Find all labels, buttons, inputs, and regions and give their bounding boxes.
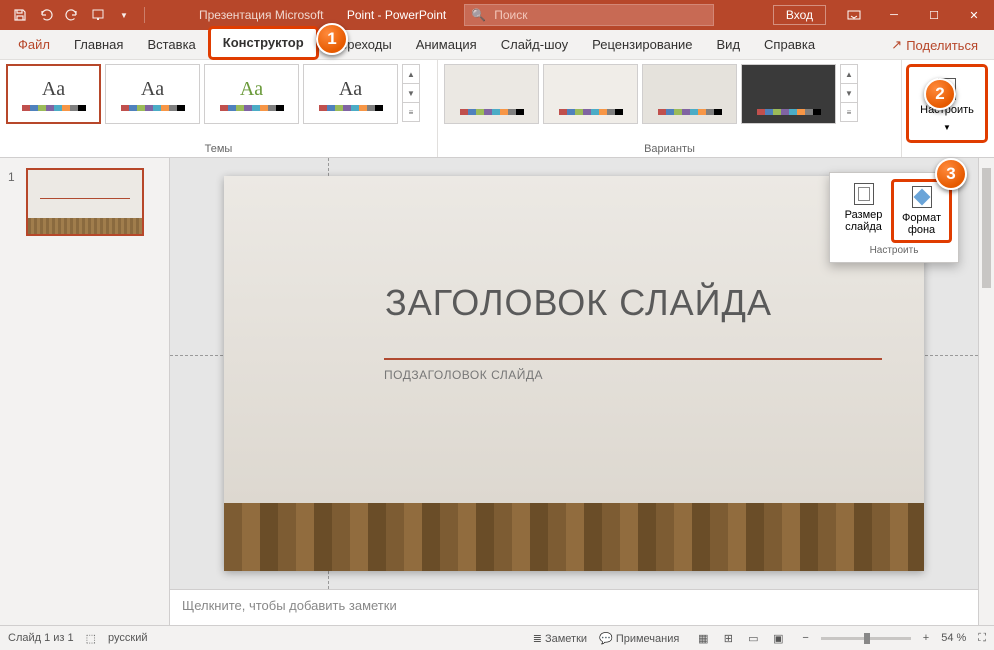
ribbon: AaAaAaAa ▲▼≡ Темы ▲▼≡ Варианты Настроить… xyxy=(0,60,994,158)
login-button[interactable]: Вход xyxy=(773,5,826,25)
tab-animations[interactable]: Анимация xyxy=(404,31,489,59)
zoom-level[interactable]: 54 % xyxy=(941,632,966,644)
thumbnail-pane[interactable]: 1 xyxy=(0,158,170,625)
callout-1: 1 xyxy=(316,23,348,55)
undo-icon[interactable] xyxy=(36,5,56,25)
slide-size-button[interactable]: Размер слайда xyxy=(836,179,891,243)
redo-icon[interactable] xyxy=(62,5,82,25)
fit-window-icon[interactable]: ⛶ xyxy=(978,632,986,645)
slide[interactable]: ЗАГОЛОВОК СЛАЙДА ПОДЗАГОЛОВОК СЛАЙДА xyxy=(224,176,924,571)
slide-thumbnail[interactable] xyxy=(26,168,144,236)
notes-input[interactable]: Щелкните, чтобы добавить заметки xyxy=(170,589,978,625)
share-icon: ↗ xyxy=(891,37,902,53)
format-background-icon xyxy=(912,186,932,208)
variant-card[interactable] xyxy=(444,64,539,124)
zoom-out-icon[interactable]: − xyxy=(802,632,808,644)
slideshow-view-icon[interactable]: ▣ xyxy=(766,629,790,647)
sorter-view-icon[interactable]: ⊞ xyxy=(716,629,740,647)
subtitle-placeholder[interactable]: ПОДЗАГОЛОВОК СЛАЙДА xyxy=(374,348,892,390)
search-icon: 🔍 xyxy=(471,8,486,22)
search-placeholder: Поиск xyxy=(494,8,527,22)
slide-size-icon xyxy=(854,183,874,205)
chevron-down-icon: ▼ xyxy=(943,121,951,134)
slide-counter: Слайд 1 из 1 xyxy=(8,632,74,644)
start-icon[interactable] xyxy=(88,5,108,25)
zoom-in-icon[interactable]: + xyxy=(923,632,929,644)
theme-card[interactable]: Aa xyxy=(204,64,299,124)
zoom-slider[interactable] xyxy=(821,637,911,640)
variant-card[interactable] xyxy=(741,64,836,124)
comments-toggle[interactable]: 💬 Примечания xyxy=(599,632,679,645)
theme-card[interactable]: Aa xyxy=(105,64,200,124)
normal-view-icon[interactable]: ▦ xyxy=(691,629,715,647)
customize-group-label: Настроить xyxy=(836,245,952,256)
format-background-button[interactable]: Формат фона xyxy=(891,179,952,243)
share-button[interactable]: ↗ Поделиться xyxy=(881,31,988,59)
tab-review[interactable]: Рецензирование xyxy=(580,31,704,59)
tab-home[interactable]: Главная xyxy=(62,31,135,59)
slide-title: ЗАГОЛОВОК СЛАЙДА xyxy=(385,282,881,324)
callout-2: 2 xyxy=(924,78,956,110)
theme-card[interactable]: Aa xyxy=(6,64,101,124)
save-icon[interactable] xyxy=(10,5,30,25)
tab-insert[interactable]: Вставка xyxy=(135,31,207,59)
reading-view-icon[interactable]: ▭ xyxy=(741,629,765,647)
notes-toggle[interactable]: ≣ Заметки xyxy=(533,632,587,645)
theme-card[interactable]: Aa xyxy=(303,64,398,124)
tab-view[interactable]: Вид xyxy=(705,31,753,59)
close-icon[interactable]: ✕ xyxy=(954,0,994,30)
doc-title: Презентация Microsoft Point - PowerPoint xyxy=(199,8,446,22)
menubar: Файл Главная Вставка Конструктор Переход… xyxy=(0,30,994,60)
variants-label: Варианты xyxy=(444,141,895,155)
ribbon-options-icon[interactable] xyxy=(834,0,874,30)
search-input[interactable]: 🔍 Поиск xyxy=(464,4,714,26)
titlebar: ▼ Презентация Microsoft Point - PowerPoi… xyxy=(0,0,994,30)
thumb-number: 1 xyxy=(8,170,15,184)
themes-scroll[interactable]: ▲▼≡ xyxy=(402,64,420,121)
variant-card[interactable] xyxy=(543,64,638,124)
vertical-scrollbar[interactable] xyxy=(978,158,994,625)
variant-card[interactable] xyxy=(642,64,737,124)
accessibility-icon[interactable]: ⬚ xyxy=(86,632,96,645)
maximize-icon[interactable]: ☐ xyxy=(914,0,954,30)
qat-more-icon[interactable]: ▼ xyxy=(114,5,134,25)
themes-label: Темы xyxy=(6,141,431,155)
tab-file[interactable]: Файл xyxy=(6,31,62,59)
statusbar: Слайд 1 из 1 ⬚ русский ≣ Заметки 💬 Приме… xyxy=(0,625,994,650)
tab-design[interactable]: Конструктор xyxy=(208,26,319,60)
callout-3: 3 xyxy=(935,158,967,190)
slide-subtitle: ПОДЗАГОЛОВОК СЛАЙДА xyxy=(384,368,882,382)
language-indicator[interactable]: русский xyxy=(108,632,147,644)
tab-slideshow[interactable]: Слайд-шоу xyxy=(489,31,580,59)
title-placeholder[interactable]: ЗАГОЛОВОК СЛАЙДА xyxy=(374,271,892,335)
tab-help[interactable]: Справка xyxy=(752,31,827,59)
variants-scroll[interactable]: ▲▼≡ xyxy=(840,64,858,121)
minimize-icon[interactable]: ─ xyxy=(874,0,914,30)
